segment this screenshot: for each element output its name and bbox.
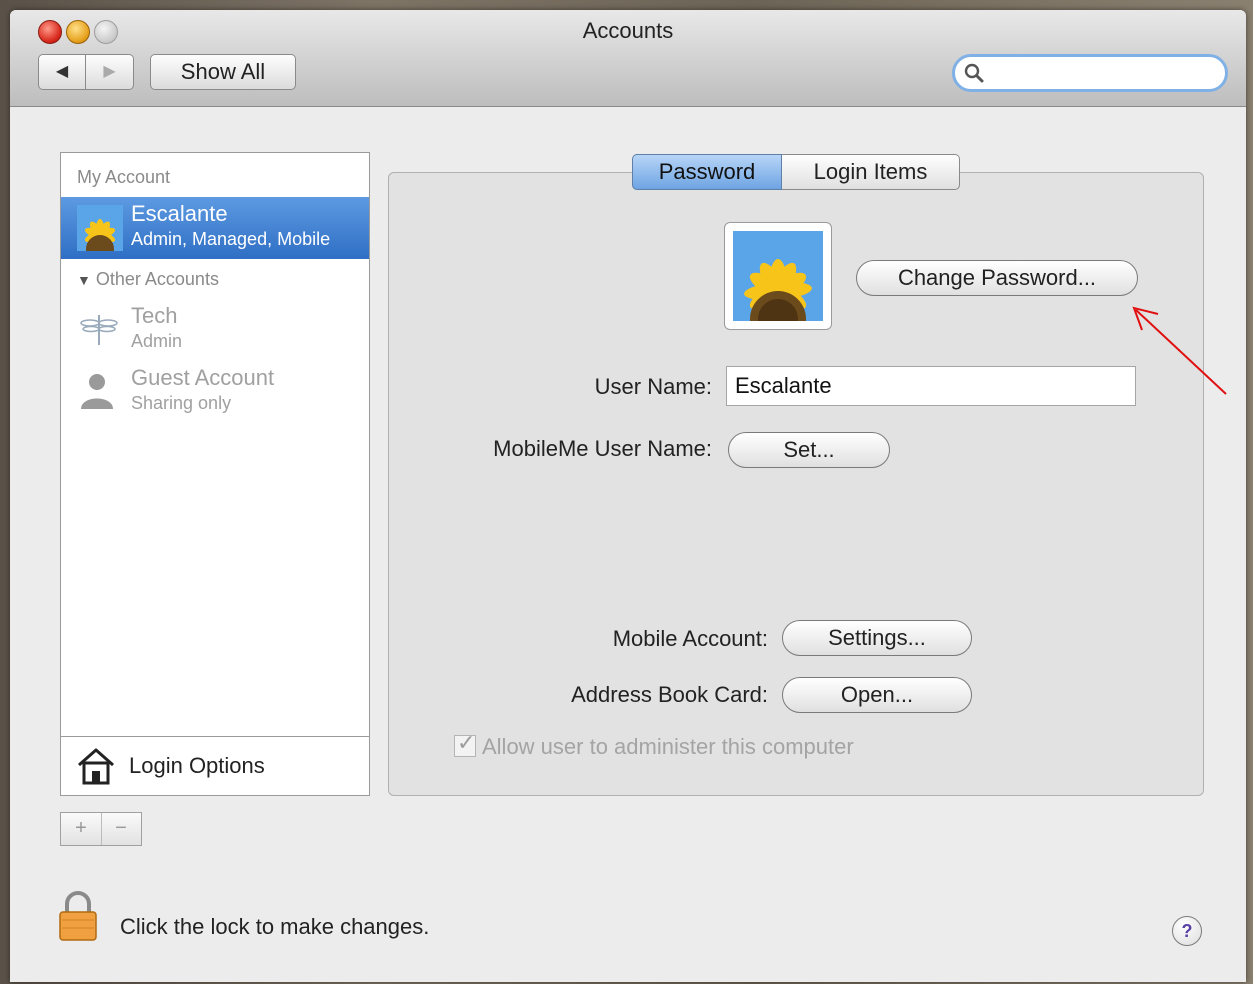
user-name-field[interactable]	[726, 366, 1136, 406]
house-icon	[75, 745, 117, 787]
accounts-window: Accounts ◀ ▶ Show All My Account Escalan…	[10, 10, 1246, 982]
user-picture[interactable]	[724, 222, 832, 347]
account-detail: Sharing only	[131, 393, 232, 413]
other-accounts-header[interactable]: ▼ Other Accounts	[77, 269, 219, 290]
account-name: Tech	[131, 303, 178, 328]
forward-button[interactable]: ▶	[86, 54, 134, 90]
lock-status-text: Click the lock to make changes.	[120, 914, 430, 939]
account-name: Escalante	[131, 201, 228, 226]
tab-login-items[interactable]: Login Items	[782, 154, 960, 190]
annotation-arrow-icon	[1132, 306, 1227, 395]
allow-admin-label: Allow user to administer this computer	[482, 734, 854, 759]
search-input[interactable]	[989, 61, 1221, 87]
back-button[interactable]: ◀	[38, 54, 86, 90]
checkbox-box[interactable]: ✓	[454, 730, 476, 757]
accounts-list[interactable]: My Account Escalante Admin, Managed, Mob…	[60, 152, 370, 738]
search-icon	[963, 62, 985, 90]
dragonfly-icon	[79, 309, 119, 349]
user-name-label: User Name:	[594, 374, 712, 399]
account-row-escalante[interactable]: Escalante Admin, Managed, Mobile	[61, 197, 369, 259]
add-remove-control: + −	[60, 812, 142, 846]
account-row-guest[interactable]: Guest Account Sharing only	[61, 361, 369, 421]
allow-admin-checkbox[interactable]: ✓ Allow user to administer this computer	[454, 730, 854, 760]
change-password-button[interactable]: Change Password...	[856, 260, 1138, 296]
forward-arrow-icon: ▶	[103, 63, 116, 80]
add-account-button[interactable]: +	[61, 817, 101, 840]
person-silhouette-icon	[77, 369, 117, 413]
address-book-card-label: Address Book Card:	[571, 682, 768, 707]
checkmark-icon: ✓	[457, 730, 476, 755]
account-detail: Admin, Managed, Mobile	[131, 229, 331, 249]
login-options-item[interactable]: Login Options	[60, 736, 370, 796]
remove-account-button[interactable]: −	[101, 817, 141, 840]
question-mark-icon: ?	[1181, 921, 1193, 941]
account-row-tech[interactable]: Tech Admin	[61, 299, 369, 359]
help-button[interactable]: ?	[1172, 916, 1202, 946]
login-options-label: Login Options	[129, 753, 265, 778]
account-detail: Admin	[131, 331, 183, 351]
address-book-open-button[interactable]: Open...	[782, 677, 972, 713]
back-arrow-icon: ◀	[55, 63, 69, 80]
window-title: Accounts	[582, 18, 674, 43]
search-field[interactable]	[952, 54, 1228, 92]
sunflower-avatar-icon	[77, 205, 123, 259]
my-account-header: My Account	[77, 167, 171, 187]
lock-icon[interactable]	[56, 890, 100, 942]
mobile-account-label: Mobile Account:	[612, 626, 768, 651]
mobile-account-settings-button[interactable]: Settings...	[782, 620, 972, 656]
account-name: Guest Account	[131, 365, 275, 390]
set-mobileme-button[interactable]: Set...	[728, 432, 890, 468]
mobileme-user-name-label: MobileMe User Name:	[493, 436, 712, 461]
sunflower-picture-icon	[733, 231, 823, 347]
show-all-button[interactable]: Show All	[150, 54, 296, 90]
tab-password[interactable]: Password	[632, 154, 782, 190]
title-bar: Accounts ◀ ▶ Show All	[10, 10, 1246, 107]
disclosure-triangle-icon: ▼	[77, 272, 91, 288]
